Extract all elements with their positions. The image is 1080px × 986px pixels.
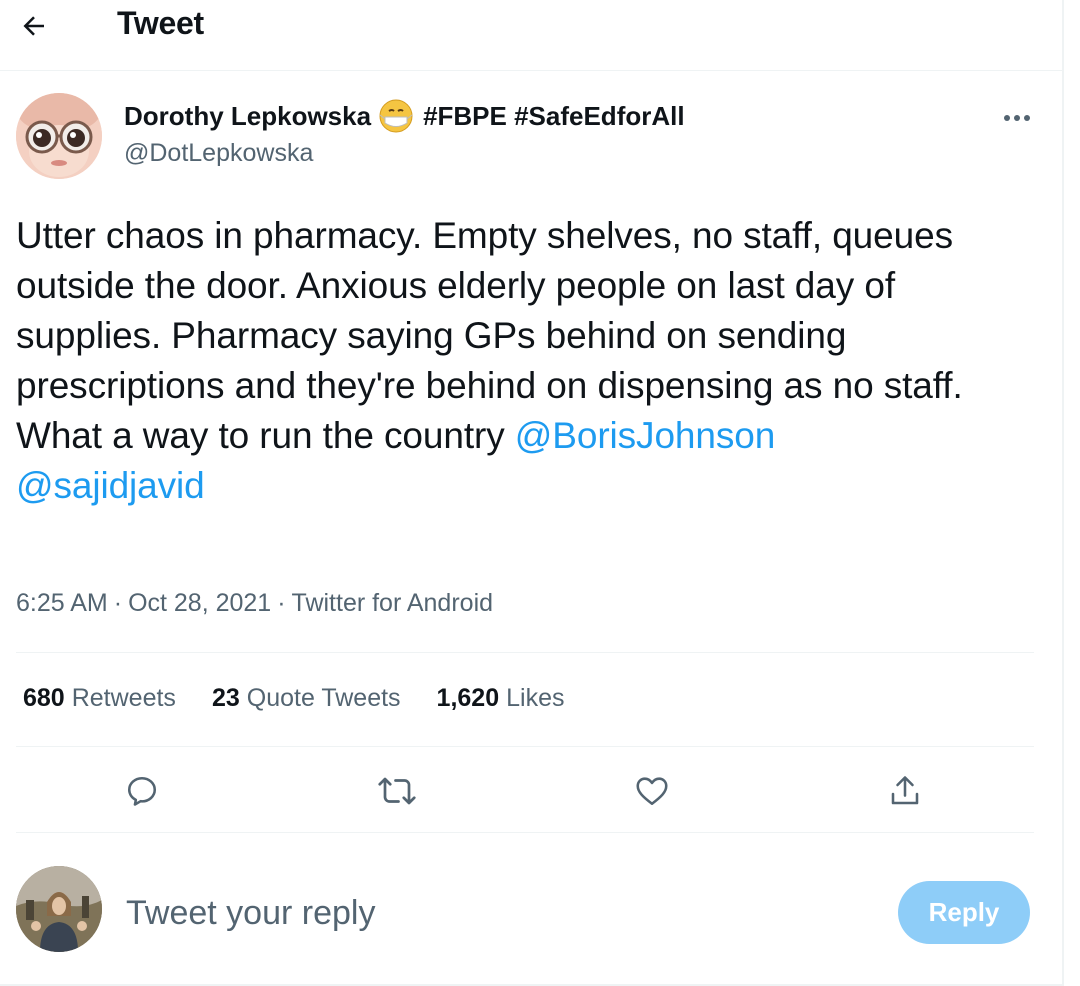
reply-icon [127,776,157,806]
retweets-stat[interactable]: 680 Retweets [23,684,176,713]
retweets-count: 680 [23,684,65,712]
reply-submit-button[interactable]: Reply [898,881,1030,944]
like-icon [636,777,668,806]
mention-borisjohnson[interactable]: @BorisJohnson [515,415,776,456]
author-handle[interactable]: @DotLepkowska [124,139,313,168]
quote-tweets-count: 23 [211,684,240,712]
more-options-button[interactable] [996,100,1038,136]
author-display-name[interactable]: Dorothy Lepkowska [124,101,371,132]
meta-separator: · [277,589,286,617]
author-name-row[interactable]: Dorothy Lepkowska #FBPE #SafeEdforAll [124,99,685,133]
tweet-meta: 6:25 AM · Oct 28, 2021 · Twitter for Android [16,589,493,618]
reply-button[interactable] [119,768,165,814]
page-header: Tweet [0,0,1062,71]
tweet-source[interactable]: Twitter for Android [292,589,493,617]
tweet-date[interactable]: Oct 28, 2021 [128,589,271,617]
retweet-icon [378,777,416,805]
tweet-paragraph-2: What a way to run the country @BorisJohn… [16,411,1046,511]
face-with-medical-mask-icon [379,99,413,133]
more-horizontal-icon [1004,115,1030,121]
quote-tweets-stat[interactable]: 23 Quote Tweets [212,684,401,713]
likes-stat[interactable]: 1,620 Likes [437,684,565,713]
divider [16,832,1034,833]
back-button[interactable] [14,6,54,46]
quote-tweets-label: Quote Tweets [246,684,401,712]
divider [16,746,1034,747]
share-button[interactable] [882,768,928,814]
tweet-page: Tweet Dorothy Lepkowska #FBPE #SafeEdfor… [0,0,1064,986]
user-avatar[interactable] [16,866,102,952]
retweet-button[interactable] [374,768,420,814]
tweet-paragraph-1: Utter chaos in pharmacy. Empty shelves, … [16,215,963,406]
likes-count: 1,620 [436,684,500,712]
author-name-tags[interactable]: #FBPE #SafeEdforAll [423,101,685,132]
meta-separator: · [113,589,123,617]
arrow-left-icon [23,16,44,36]
avatar-image [16,93,102,179]
tweet-stats: 680 Retweets 23 Quote Tweets 1,620 Likes [23,684,600,713]
likes-label: Likes [506,684,565,712]
user-avatar-image [16,866,102,952]
author-avatar[interactable] [16,93,102,179]
tweet-text: Utter chaos in pharmacy. Empty shelves, … [16,211,1046,511]
retweets-label: Retweets [71,684,176,712]
mention-sajidjavid[interactable]: @sajidjavid [16,465,205,506]
divider [16,652,1034,653]
reply-input[interactable] [126,888,826,938]
like-button[interactable] [629,768,675,814]
tweet-time[interactable]: 6:25 AM [16,589,108,617]
page-title: Tweet [117,5,204,41]
tweet-text-prefix: What a way to run the country [16,415,515,456]
share-icon [891,776,919,805]
